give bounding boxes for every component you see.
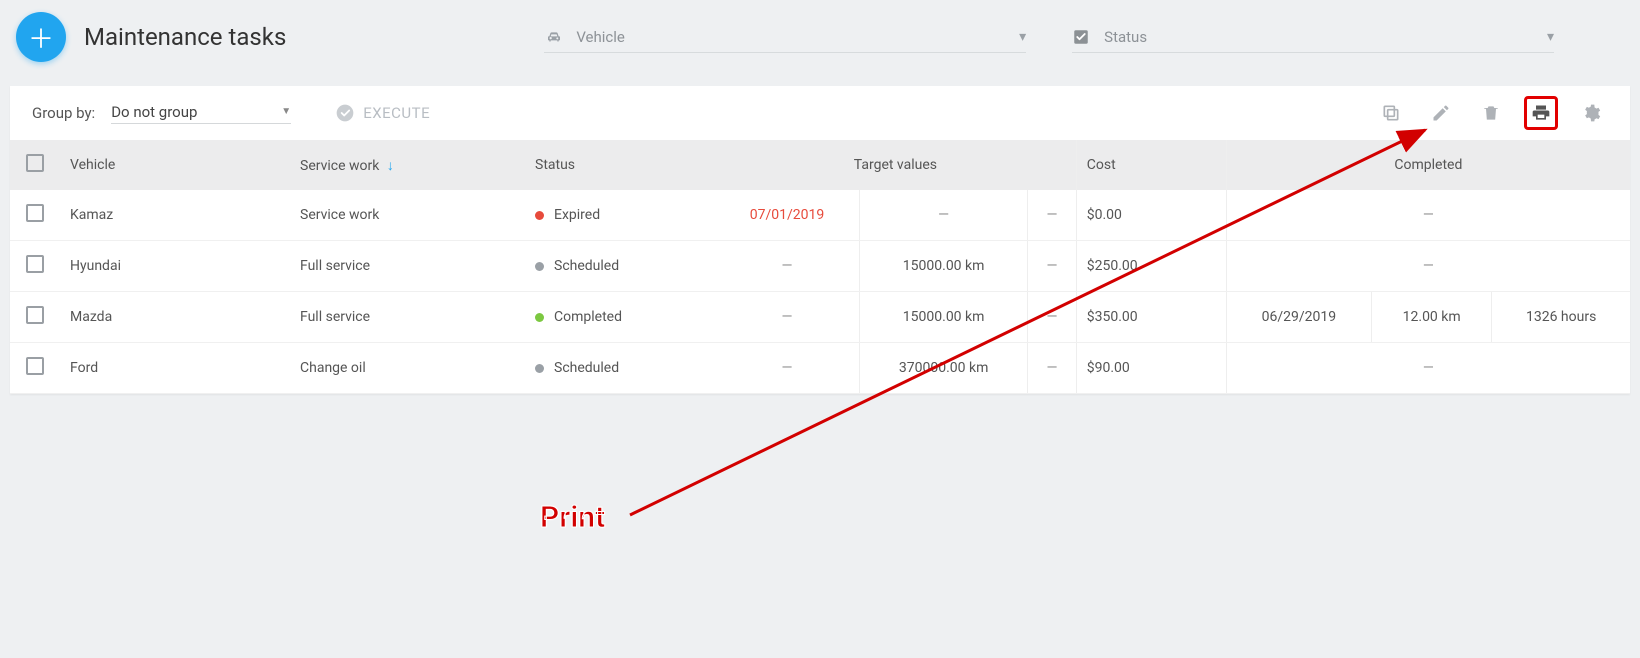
cell-vehicle: Mazda — [60, 292, 290, 343]
filter-vehicle-label: Vehicle — [576, 28, 1007, 46]
pencil-icon — [1431, 103, 1451, 123]
copy-button[interactable] — [1374, 96, 1408, 130]
print-icon — [1531, 103, 1551, 123]
cell-service: Change oil — [290, 343, 525, 394]
cell-tv-hours: — — [1028, 190, 1077, 241]
settings-button[interactable] — [1574, 96, 1608, 130]
cell-cost: $90.00 — [1076, 343, 1226, 394]
col-service-work[interactable]: Service work ↓ — [290, 140, 525, 190]
row-checkbox[interactable] — [26, 255, 44, 273]
copy-icon — [1381, 103, 1401, 123]
annotation-label: Print — [540, 500, 605, 535]
cell-c-hours: 1326 hours — [1492, 292, 1630, 343]
cell-tv-date: — — [715, 343, 860, 394]
cell-vehicle: Hyundai — [60, 241, 290, 292]
vehicle-icon — [544, 29, 564, 45]
edit-button[interactable] — [1424, 96, 1458, 130]
group-by-select[interactable]: Do not group ▼ — [111, 103, 291, 124]
table-header-row: Vehicle Service work ↓ Status Target val… — [10, 140, 1630, 190]
cell-tv-hours: — — [1028, 292, 1077, 343]
cell-tv-km: 15000.00 km — [860, 292, 1028, 343]
cell-completed: — — [1226, 190, 1630, 241]
page-title: Maintenance tasks — [84, 23, 286, 51]
cell-checkbox — [10, 292, 60, 343]
col-completed[interactable]: Completed — [1226, 140, 1630, 190]
cell-cost: $350.00 — [1076, 292, 1226, 343]
table-row[interactable]: MazdaFull serviceCompleted—15000.00 km—$… — [10, 292, 1630, 343]
select-all-checkbox[interactable] — [26, 154, 44, 172]
status-dot — [535, 313, 544, 322]
gear-icon — [1581, 103, 1601, 123]
cell-service: Service work — [290, 190, 525, 241]
cell-vehicle: Kamaz — [60, 190, 290, 241]
cell-status: Expired — [525, 190, 715, 241]
col-status[interactable]: Status — [525, 140, 715, 190]
cell-checkbox — [10, 190, 60, 241]
trash-icon — [1481, 103, 1501, 123]
cell-c-date: 06/29/2019 — [1226, 292, 1371, 343]
cell-completed: — — [1226, 343, 1630, 394]
col-service-work-label: Service work — [300, 158, 379, 174]
dropdown-icon: ▾ — [1547, 29, 1554, 45]
check-circle-icon — [335, 103, 355, 123]
filter-status-label: Status — [1104, 28, 1535, 46]
execute-button[interactable]: EXECUTE — [335, 103, 430, 123]
row-checkbox[interactable] — [26, 357, 44, 375]
group-by-value: Do not group — [111, 103, 197, 121]
col-cost[interactable]: Cost — [1076, 140, 1226, 190]
table-row[interactable]: KamazService workExpired07/01/2019——$0.0… — [10, 190, 1630, 241]
cell-cost: $250.00 — [1076, 241, 1226, 292]
table-row[interactable]: FordChange oilScheduled—370000.00 km—$90… — [10, 343, 1630, 394]
cell-completed: — — [1226, 241, 1630, 292]
cell-tv-date: — — [715, 241, 860, 292]
filter-status[interactable]: Status ▾ — [1072, 22, 1554, 53]
add-button[interactable]: ＋ — [16, 12, 66, 62]
status-dot — [535, 364, 544, 373]
cell-tv-date: 07/01/2019 — [715, 190, 860, 241]
group-by-label: Group by: — [32, 104, 95, 122]
plus-icon: ＋ — [28, 19, 54, 56]
execute-label: EXECUTE — [363, 104, 430, 122]
cell-tv-km: 370000.00 km — [860, 343, 1028, 394]
print-button[interactable] — [1524, 96, 1558, 130]
dropdown-icon: ▾ — [1019, 29, 1026, 45]
cell-cost: $0.00 — [1076, 190, 1226, 241]
cell-tv-hours: — — [1028, 343, 1077, 394]
table-row[interactable]: HyundaiFull serviceScheduled—15000.00 km… — [10, 241, 1630, 292]
chevron-down-icon: ▼ — [281, 106, 291, 117]
cell-status: Scheduled — [525, 241, 715, 292]
cell-tv-km: — — [860, 190, 1028, 241]
cell-status: Scheduled — [525, 343, 715, 394]
status-dot — [535, 211, 544, 220]
cell-tv-hours: — — [1028, 241, 1077, 292]
cell-tv-date: — — [715, 292, 860, 343]
filter-vehicle[interactable]: Vehicle ▾ — [544, 22, 1026, 53]
cell-checkbox — [10, 241, 60, 292]
row-checkbox[interactable] — [26, 306, 44, 324]
cell-vehicle: Ford — [60, 343, 290, 394]
checkbox-checked-icon — [1072, 28, 1092, 46]
sort-down-icon: ↓ — [387, 158, 394, 174]
cell-service: Full service — [290, 292, 525, 343]
cell-tv-km: 15000.00 km — [860, 241, 1028, 292]
row-checkbox[interactable] — [26, 204, 44, 222]
cell-checkbox — [10, 343, 60, 394]
cell-service: Full service — [290, 241, 525, 292]
col-target-values[interactable]: Target values — [715, 140, 1076, 190]
col-vehicle[interactable]: Vehicle — [60, 140, 290, 190]
delete-button[interactable] — [1474, 96, 1508, 130]
cell-status: Completed — [525, 292, 715, 343]
status-dot — [535, 262, 544, 271]
cell-c-km: 12.00 km — [1372, 292, 1492, 343]
tasks-table: Vehicle Service work ↓ Status Target val… — [10, 140, 1630, 394]
